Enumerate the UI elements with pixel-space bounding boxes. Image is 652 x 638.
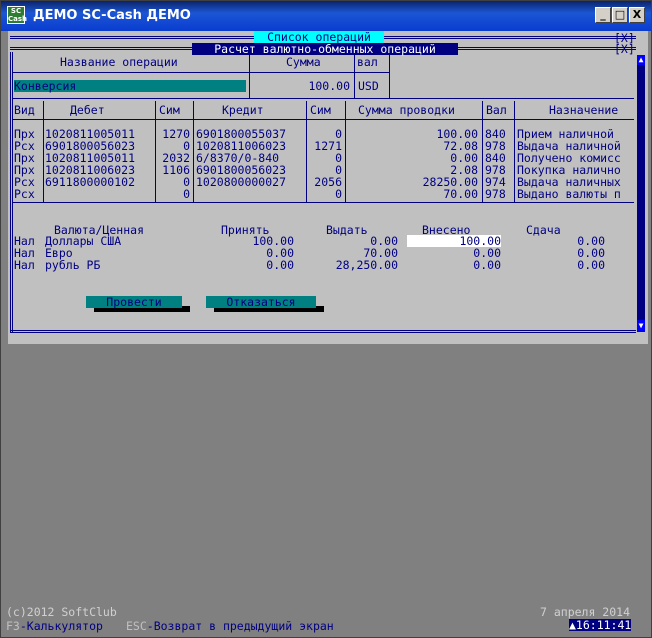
col-header-sym-credit: Сим bbox=[310, 103, 331, 117]
minimize-button[interactable]: _ bbox=[595, 7, 611, 23]
entries-bottom-divider bbox=[12, 202, 634, 203]
op-name-header: Название операции bbox=[60, 55, 178, 69]
op-divider-2 bbox=[354, 53, 355, 99]
cancel-button[interactable]: Отказаться bbox=[206, 296, 316, 308]
clock: ▲16:11:41 bbox=[569, 618, 632, 632]
operation-name-field[interactable]: Конверсия bbox=[14, 80, 246, 92]
col-header-debit: Дебет bbox=[70, 103, 105, 117]
col-header-amount: Сумма проводки bbox=[358, 103, 455, 117]
close-button[interactable]: X bbox=[629, 7, 645, 23]
esc-hint[interactable]: ESC-Возврат в предыдущий экран bbox=[126, 620, 334, 632]
f3-desc: -Калькулятор bbox=[19, 619, 103, 633]
cash-row[interactable]: Нал Доллары США 100.00 0.00 0.00 bbox=[12, 235, 634, 247]
copyright-text: (c)2012 SoftClub bbox=[6, 605, 117, 619]
col-header-sym-debit: Сим bbox=[159, 103, 180, 117]
op-sum-header: Сумма bbox=[286, 55, 321, 69]
entries-rows: Прх 1020811005011 1270 6901800055037 0 1… bbox=[12, 128, 634, 200]
col-header-currency: Вал bbox=[486, 103, 507, 117]
inner-panel-bottom-border bbox=[10, 330, 636, 333]
inner-panel-title: Расчет валютно-обменных операций bbox=[192, 43, 458, 55]
cash-cell-issue: 28,250.00 bbox=[335, 258, 398, 272]
confirm-button[interactable]: Провести bbox=[86, 296, 182, 308]
window-title: ДЕМО SC-Cash ДЕМО bbox=[33, 8, 191, 23]
entries-header-divider bbox=[12, 119, 634, 120]
cash-cell-currency: рубль РБ bbox=[45, 258, 101, 272]
vertical-scrollbar[interactable] bbox=[637, 55, 645, 331]
maximize-button[interactable]: □ bbox=[612, 7, 628, 23]
esc-key: ESC bbox=[126, 619, 147, 633]
op-divider-1 bbox=[249, 53, 250, 99]
operation-sum-field[interactable]: 100.00 bbox=[262, 80, 350, 92]
cash-cell-type: Нал bbox=[14, 258, 35, 272]
cell-debit: 6911800000102 bbox=[45, 175, 136, 189]
col-header-credit: Кредит bbox=[222, 103, 264, 117]
app-logo-icon: SC Cash bbox=[7, 6, 28, 24]
esc-desc: -Возврат в предыдущий экран bbox=[146, 619, 334, 633]
operation-currency-field[interactable]: USD bbox=[358, 80, 379, 92]
cell-credit: 1020800000027 bbox=[196, 175, 287, 189]
table-row[interactable]: Рсх 0 0 70.00 978 Выдано валюты п bbox=[12, 188, 634, 200]
cell-amount: 70.00 bbox=[443, 187, 478, 201]
col-header-kind: Вид bbox=[14, 103, 35, 117]
op-currency-header: вал bbox=[357, 55, 378, 69]
cash-cell-accept: 0.00 bbox=[266, 258, 294, 272]
cell-kind: Рсх bbox=[14, 187, 35, 201]
cash-cell-change: 0.00 bbox=[577, 258, 605, 272]
date-text: 7 апреля 2014 bbox=[540, 605, 631, 619]
op-bottom-divider bbox=[12, 98, 634, 99]
inner-panel-close-button[interactable]: [X] bbox=[614, 43, 635, 55]
scroll-down-icon[interactable]: ▼ bbox=[637, 320, 645, 332]
f3-key: F3 bbox=[6, 619, 20, 633]
cell-sym-debit: 0 bbox=[183, 187, 190, 201]
scroll-up-icon[interactable]: ▲ bbox=[637, 55, 645, 65]
cell-currency: 978 bbox=[485, 187, 506, 201]
f3-hint[interactable]: F3-Калькулятор bbox=[6, 620, 103, 632]
op-divider-3 bbox=[389, 53, 390, 99]
cash-row[interactable]: Нал Евро 0.00 70.00 0.00 0.00 bbox=[12, 247, 634, 259]
entries-table bbox=[12, 101, 634, 102]
col-header-purpose: Назначение bbox=[549, 103, 619, 117]
cash-row[interactable]: Нал рубль РБ 0.00 28,250.00 0.00 0.00 bbox=[12, 259, 634, 271]
cell-purpose: Выдано валюты п bbox=[517, 187, 621, 201]
cell-sym-credit: 0 bbox=[335, 187, 342, 201]
cash-cell-deposited[interactable]: 0.00 bbox=[407, 259, 501, 271]
op-header-divider bbox=[12, 72, 389, 73]
